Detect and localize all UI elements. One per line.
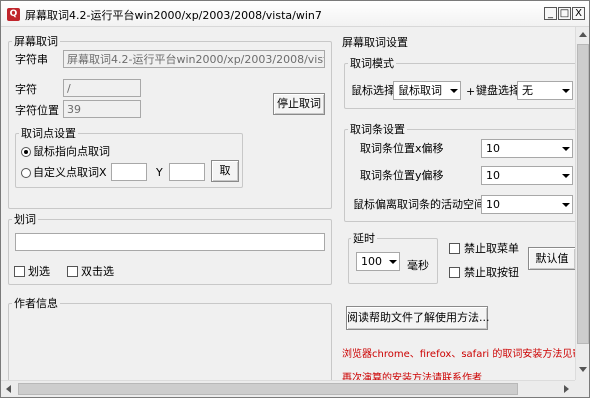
default-values-button[interactable]: 默认值 (528, 247, 576, 270)
author-info-group-label: 作者信息 (12, 297, 60, 310)
double-click-checkbox[interactable] (67, 266, 78, 277)
stop-capture-button[interactable]: 停止取词 (273, 93, 325, 115)
char-label: 字符 (15, 83, 37, 96)
char-field[interactable]: / (63, 79, 141, 97)
read-help-button-label: 阅读帮助文件了解使用方法... (347, 311, 490, 324)
scroll-right-icon[interactable] (564, 385, 569, 393)
close-button[interactable]: X (572, 7, 585, 20)
scroll-left-icon[interactable] (6, 385, 11, 393)
x-offset-label: 取词条位置x偏移 (360, 142, 444, 155)
delay-unit-label: 毫秒 (407, 259, 429, 272)
delay-group-label: 延时 (351, 232, 377, 245)
default-values-button-label: 默认值 (535, 252, 569, 265)
y-offset-value: 10 (486, 169, 500, 182)
active-space-label: 鼠标偏离取词条的活动空间 (353, 198, 485, 211)
delay-select[interactable]: 100 (356, 252, 400, 271)
stop-capture-button-label: 停止取词 (277, 97, 321, 110)
capture-settings-title: 屏幕取词设置 (342, 36, 408, 49)
scribe-checkbox-label: 划选 (28, 265, 50, 278)
chevron-down-icon (450, 89, 458, 93)
custom-point-radio[interactable] (21, 168, 31, 178)
capture-mode-group-label: 取词模式 (348, 57, 396, 70)
scroll-up-icon[interactable] (579, 32, 587, 37)
active-space-select[interactable]: 10 (481, 195, 573, 214)
y-label: Y (156, 166, 163, 179)
keyboard-mode-value: 无 (522, 84, 533, 97)
scribe-group (8, 219, 332, 285)
browser-note-line1: 浏览器chrome、firefox、safari 的取词安装方法见帮助文件， (342, 349, 589, 360)
chevron-down-icon (562, 174, 570, 178)
chevron-down-icon (562, 203, 570, 207)
disable-menu-checkbox[interactable] (449, 243, 460, 254)
chevron-down-icon (389, 260, 397, 264)
horizontal-scroll-thumb[interactable] (18, 383, 518, 395)
app-icon: Q (7, 8, 20, 21)
pick-point-group-label: 取词点设置 (19, 127, 78, 140)
x-offset-value: 10 (486, 142, 500, 155)
y-coordinate-field[interactable] (169, 163, 205, 181)
author-info-group (8, 303, 332, 383)
x-label: X (99, 166, 107, 179)
vertical-scroll-thumb[interactable] (577, 44, 589, 344)
read-help-button[interactable]: 阅读帮助文件了解使用方法... (346, 306, 490, 330)
y-offset-label: 取词条位置y偏移 (360, 169, 444, 182)
char-position-field[interactable]: 39 (63, 100, 141, 118)
screen-capture-group-label: 屏幕取词 (12, 35, 60, 48)
mouse-point-label: 鼠标指向点取词 (33, 145, 110, 158)
plus-sign: + (466, 85, 476, 98)
keyboard-mode-select[interactable]: 无 (517, 81, 573, 100)
disable-button-label: 禁止取按钮 (464, 266, 519, 279)
window-title: 屏幕取词4.2-运行平台win2000/xp/2003/2008/vista/w… (25, 9, 322, 22)
disable-button-checkbox[interactable] (449, 267, 460, 278)
mouse-mode-select[interactable]: 鼠标取词 (393, 81, 461, 100)
charset-label: 字符串 (15, 53, 48, 66)
mouse-select-label: 鼠标选择 (351, 84, 395, 97)
char-position-label: 字符位置 (15, 104, 59, 117)
scribe-text-field[interactable] (15, 233, 325, 251)
mouse-mode-value: 鼠标取词 (398, 84, 442, 97)
delay-value: 100 (361, 255, 382, 268)
chevron-down-icon (562, 147, 570, 151)
active-space-value: 10 (486, 198, 500, 211)
title-bar[interactable]: Q 屏幕取词4.2-运行平台win2000/xp/2003/2008/vista… (1, 1, 589, 27)
mouse-point-radio[interactable] (21, 147, 31, 157)
scroll-corner (575, 380, 589, 397)
minimize-button[interactable]: _ (544, 7, 557, 20)
x-coordinate-field[interactable] (111, 163, 147, 181)
scribe-group-label: 划词 (12, 213, 38, 226)
custom-point-label: 自定义点取词 (33, 166, 99, 179)
pick-button-label: 取 (219, 164, 231, 177)
scroll-down-icon[interactable] (579, 367, 587, 372)
pick-button[interactable]: 取 (211, 160, 239, 182)
keyboard-select-label: 键盘选择 (476, 84, 520, 97)
horizontal-scrollbar[interactable] (1, 380, 575, 397)
charset-field[interactable]: 屏幕取词4.2-运行平台win2000/xp/2003/2008/vista/w… (63, 50, 325, 68)
maximize-button[interactable]: □ (558, 7, 571, 20)
app-window: Q 屏幕取词4.2-运行平台win2000/xp/2003/2008/vista… (0, 0, 590, 398)
disable-menu-label: 禁止取菜单 (464, 242, 519, 255)
double-click-checkbox-label: 双击选 (81, 265, 114, 278)
vertical-scrollbar[interactable] (575, 27, 589, 381)
chevron-down-icon (562, 89, 570, 93)
scribe-checkbox[interactable] (14, 266, 25, 277)
y-offset-select[interactable]: 10 (481, 166, 573, 185)
capture-bar-group-label: 取词条设置 (348, 123, 407, 136)
x-offset-select[interactable]: 10 (481, 139, 573, 158)
